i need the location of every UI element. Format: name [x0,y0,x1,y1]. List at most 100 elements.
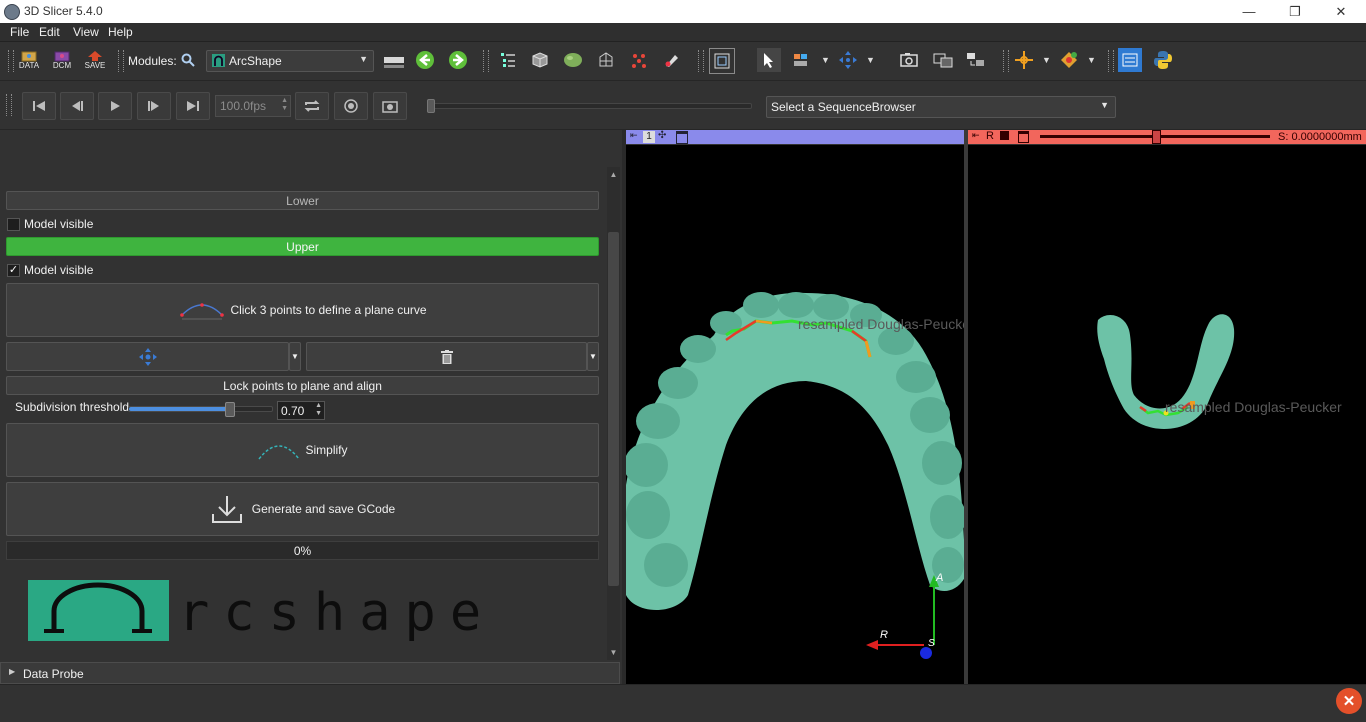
chevron-down-icon[interactable]: ▼ [866,55,875,65]
forward-arrow-icon[interactable] [446,48,470,72]
load-data-icon[interactable]: DATA [17,48,41,72]
lower-model-visible-label: Model visible [24,217,94,231]
subdivision-slider-handle[interactable] [225,402,236,417]
dicom-icon[interactable]: DCM [50,48,74,72]
link-icon[interactable] [1000,131,1009,140]
previous-frame-button[interactable] [60,92,94,120]
last-frame-button[interactable] [176,92,210,120]
menu-file[interactable]: File [10,25,29,39]
pin-icon[interactable]: ⇤ [630,130,638,141]
sequence-screenshot-button[interactable] [373,92,407,120]
next-frame-button[interactable] [137,92,171,120]
slider-handle[interactable] [427,99,435,113]
pin-icon[interactable]: ⇤ [972,130,980,141]
place-point-dropdown[interactable]: ▼ [289,342,301,371]
screenshot-icon[interactable] [897,48,921,72]
delete-points-dropdown[interactable]: ▼ [587,342,599,371]
upper-model-visible-checkbox[interactable]: ✓ [7,264,20,277]
upper-model-visible-label: Model visible [24,263,94,277]
lock-points-button[interactable]: Lock points to plane and align [6,376,599,395]
menu-view[interactable]: View [73,25,99,39]
toolbar-grip[interactable] [6,94,12,116]
save-icon[interactable]: SAVE [83,48,107,72]
sequence-browser-selector[interactable]: Select a SequenceBrowser ▼ [766,96,1116,118]
toolbar-grip[interactable] [1003,50,1009,72]
module-search-icon[interactable] [176,48,200,72]
view-sync-icon[interactable] [964,48,988,72]
crosshair-transform-icon[interactable] [836,48,860,72]
generate-gcode-label: Generate and save GCode [251,502,396,516]
spin-arrows-icon[interactable]: ▲ ▼ [281,97,288,113]
menu-help[interactable]: Help [108,25,133,39]
generate-gcode-button[interactable]: Generate and save GCode [6,482,599,536]
toolbar-grip[interactable] [1108,50,1114,72]
close-window-button[interactable]: ✕ [1318,0,1364,23]
markups-icon[interactable] [627,48,651,72]
models-icon[interactable] [561,48,585,72]
data-probe-section[interactable]: ▶ Data Probe [0,662,620,684]
segment-editor-icon[interactable] [660,48,684,72]
maximize-view-icon[interactable] [1018,131,1029,143]
menu-edit[interactable]: Edit [39,25,60,39]
slice-slider-handle[interactable] [1152,130,1161,144]
pointer-mode-icon[interactable] [757,48,781,72]
view-settings-icon[interactable]: ✣ [658,130,666,141]
chevron-down-icon[interactable]: ▼ [821,55,830,65]
volumes-icon[interactable] [528,48,552,72]
record-button[interactable] [334,92,368,120]
spin-arrows-icon[interactable]: ▲ ▼ [315,402,322,418]
red-slice-canvas[interactable]: resampled Douglas-Peucker [968,145,1366,684]
restore-button[interactable]: ❐ [1272,0,1318,23]
chevron-down-icon[interactable]: ▼ [1042,55,1051,65]
module-selector[interactable]: ArcShape ▼ [206,50,374,72]
subdivision-spinbox[interactable]: 0.70 ▲ ▼ [277,401,325,420]
minimize-button[interactable]: — [1226,0,1272,23]
play-button[interactable] [98,92,132,120]
slice-offset-value: S: 0.0000000mm [1278,131,1362,143]
lower-model-visible-checkbox[interactable] [7,218,20,231]
sequence-slider[interactable] [427,99,752,113]
first-frame-button[interactable] [22,92,56,120]
arcshape-module-icon [212,54,225,67]
extension-manager-icon[interactable] [1118,48,1142,72]
toolbar-grip[interactable] [118,50,124,72]
transforms-icon[interactable] [594,48,618,72]
slice-offset-slider[interactable] [1040,130,1270,144]
red-slice-controller-bar: ⇤ R S: 0.0000000mm [968,130,1366,144]
toolbar-grip[interactable] [8,50,14,72]
toolbar-grip[interactable] [698,50,704,72]
lower-button[interactable]: Lower [6,191,599,210]
error-log-button[interactable]: ✕ [1336,688,1362,714]
maximize-view-icon[interactable] [676,131,688,144]
define-plane-curve-button[interactable]: Click 3 points to define a plane curve [6,283,599,337]
fps-spinbox[interactable]: 100.0fps ▲ ▼ [215,95,291,117]
scene-view-icon[interactable] [931,48,955,72]
data-module-icon[interactable] [496,48,520,72]
delete-points-button[interactable] [306,342,587,371]
simplify-button[interactable]: Simplify [6,423,599,477]
window-level-icon[interactable] [791,48,815,72]
toolbar-grip[interactable] [483,50,489,72]
subdivision-slider[interactable] [128,402,273,417]
axis-a-label: A [936,572,944,584]
define-curve-label: Click 3 points to define a plane curve [230,303,427,317]
view3d-canvas[interactable]: resampled Douglas-Peucker A R S [626,145,964,684]
upper-button[interactable]: Upper [6,237,599,256]
scrollbar-thumb[interactable] [608,232,619,586]
layout-icon[interactable] [709,48,735,74]
scroll-down-icon[interactable]: ▼ [607,646,620,659]
chevron-down-icon[interactable]: ▼ [1087,55,1096,65]
title-bar: 3D Slicer 5.4.0 — ❐ ✕ [0,0,1366,23]
loop-button[interactable] [295,92,329,120]
place-point-button[interactable] [6,342,289,371]
module-history-icon[interactable] [382,48,406,72]
subdivision-slider-fill [129,407,230,411]
subdivision-value: 0.70 [281,404,305,418]
python-console-icon[interactable] [1151,48,1175,72]
mouse-mode-place-icon[interactable] [1057,48,1081,72]
crosshair-icon[interactable] [1012,48,1036,72]
module-selected-label: ArcShape [229,54,282,68]
back-arrow-icon[interactable] [413,48,437,72]
scroll-up-icon[interactable]: ▲ [607,168,620,181]
dcm-label: DCM [52,61,72,70]
